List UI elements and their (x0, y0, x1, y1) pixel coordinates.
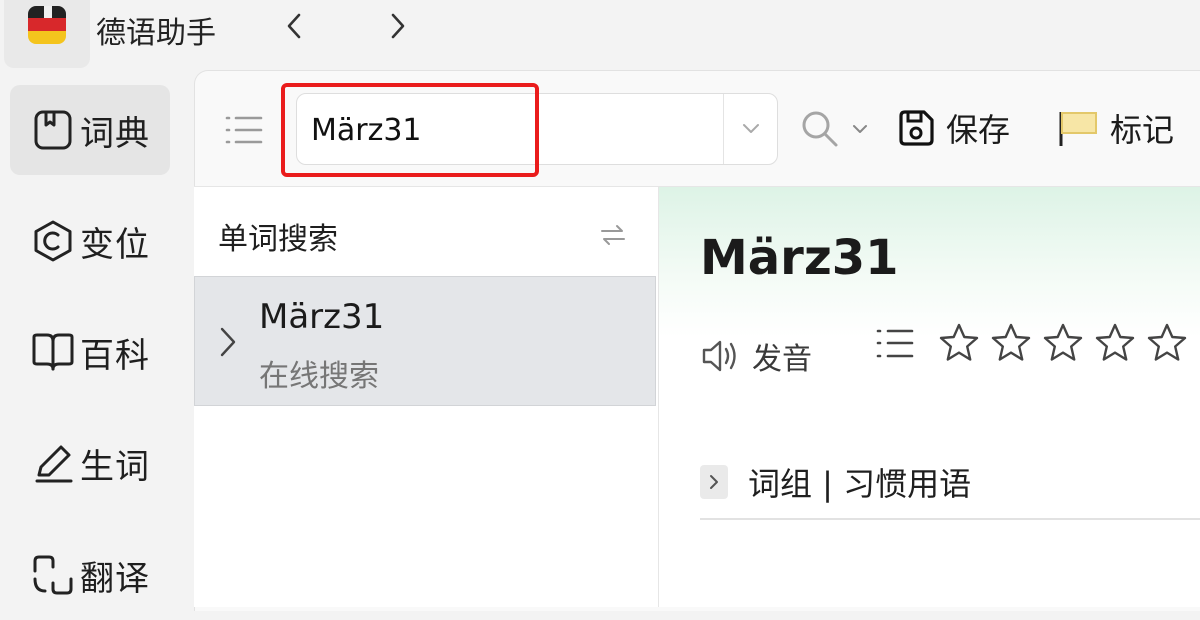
back-button[interactable] (274, 6, 314, 46)
sidebar-item-translate[interactable]: 翻译 (10, 530, 170, 620)
save-icon (899, 110, 934, 146)
pronounce-button[interactable]: 发音 (700, 334, 812, 378)
sidebar-item-label: 百科 (80, 335, 150, 376)
sidebar-item-dictionary[interactable]: 词典 (10, 85, 170, 175)
mark-button[interactable]: 标记 (1056, 100, 1174, 156)
app-title: 德语助手 (96, 16, 216, 51)
mark-label: 标记 (1110, 111, 1175, 149)
star-icon[interactable] (1042, 322, 1084, 364)
phrases-label: 词组 | 习惯用语 (748, 465, 972, 503)
speaker-icon (702, 340, 736, 372)
translate-icon (30, 552, 76, 598)
save-label: 保存 (946, 111, 1011, 149)
rating-stars[interactable] (938, 322, 1188, 364)
pencil-icon (30, 440, 76, 486)
app-icon-tile (4, 0, 90, 68)
pronounce-label: 发音 (752, 342, 812, 377)
word-list-header: 单词搜索 (218, 222, 338, 257)
list-menu-icon[interactable] (222, 108, 266, 152)
search-input[interactable] (309, 102, 713, 158)
star-icon[interactable] (990, 322, 1032, 364)
headword: März31 (700, 230, 899, 286)
search-icon (802, 111, 838, 147)
sidebar-item-vocabulary[interactable]: 生词 (10, 418, 170, 508)
search-divider (723, 94, 724, 164)
chevron-down-icon (853, 125, 867, 133)
add-to-wordlist-icon[interactable] (874, 326, 916, 364)
forward-button[interactable] (378, 6, 418, 46)
word-list-item[interactable]: März31 在线搜索 (194, 276, 656, 406)
chevron-left-icon (287, 13, 301, 39)
list-item-subtitle: 在线搜索 (259, 359, 379, 394)
flag-icon (1059, 112, 1097, 146)
chevron-down-icon (743, 124, 759, 133)
sidebar-item-label: 词典 (80, 113, 150, 154)
star-icon[interactable] (1094, 322, 1136, 364)
book-icon (30, 107, 76, 153)
sidebar-item-label: 翻译 (80, 558, 150, 599)
chevron-right-icon (220, 327, 236, 357)
chevron-right-icon (391, 13, 405, 39)
star-icon[interactable] (938, 322, 980, 364)
sidebar-item-conjugation[interactable]: 变位 (10, 196, 170, 286)
conjugation-c-icon (30, 218, 76, 264)
search-combobox[interactable] (296, 93, 778, 165)
swap-icon[interactable] (598, 220, 628, 250)
list-item-word: März31 (259, 297, 385, 337)
section-divider (700, 518, 1200, 520)
open-book-icon (30, 329, 76, 375)
sidebar-item-label: 生词 (80, 446, 150, 487)
search-button[interactable] (800, 104, 880, 154)
sidebar-item-encyclopedia[interactable]: 百科 (10, 307, 170, 397)
app-icon (28, 6, 66, 44)
chevron-right-icon (700, 465, 728, 499)
phrases-section-header[interactable]: 词组 | 习惯用语 (700, 458, 971, 506)
save-button[interactable]: 保存 (896, 100, 1010, 156)
search-history-dropdown[interactable] (725, 94, 777, 164)
star-icon[interactable] (1146, 322, 1188, 364)
sidebar-item-label: 变位 (80, 224, 150, 265)
